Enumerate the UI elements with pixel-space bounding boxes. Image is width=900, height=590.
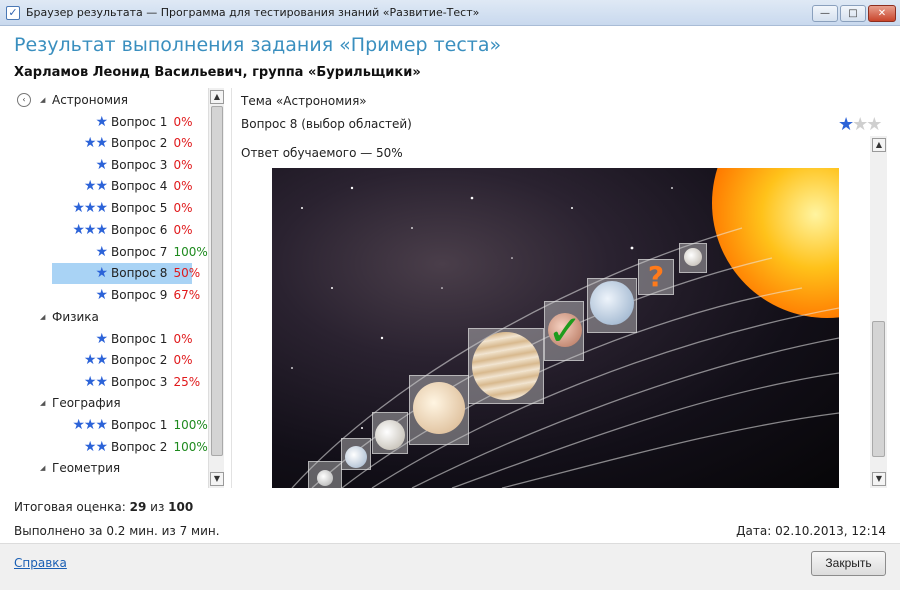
page-title: Результат выполнения задания «Пример тес…: [14, 34, 502, 56]
score-percent: 100%: [173, 418, 208, 432]
difficulty-stars-icon: ★★: [83, 439, 108, 455]
tree-category-astronomy[interactable]: ◢ Астрономия: [40, 90, 128, 111]
score-percent: 67%: [173, 288, 201, 302]
maximize-button[interactable]: □: [840, 5, 866, 22]
score-percent: 25%: [173, 375, 201, 389]
score-percent: 50%: [173, 266, 201, 280]
difficulty-stars-icon: ★: [95, 157, 108, 173]
expand-triangle-icon: ◢: [40, 399, 46, 407]
duration-label: Выполнено за 0.2 мин. из 7 мин.: [14, 524, 220, 538]
detail-scrollbar[interactable]: ▲ ▼: [870, 136, 887, 488]
student-name: Харламов Леонид Васильевич, группа «Бури…: [14, 65, 421, 80]
window-title: Браузер результата — Программа для тести…: [26, 6, 480, 19]
score-percent: 0%: [173, 223, 193, 237]
planet-earth: [375, 420, 405, 450]
score-value: 29: [129, 500, 147, 514]
planet-uranus: [590, 281, 634, 325]
answer-label: Ответ обучаемого — 50%: [241, 146, 403, 160]
scroll-down-icon[interactable]: ▼: [210, 472, 224, 486]
planet-pluto: [684, 248, 702, 266]
score-percent: 0%: [173, 332, 193, 346]
tree-question[interactable]: ★ Вопрос 9 67%: [52, 285, 200, 306]
tree-question[interactable]: ★ Вопрос 1 0%: [52, 112, 192, 133]
difficulty-stars-icon: ★★: [83, 352, 108, 368]
expand-triangle-icon: ◢: [40, 96, 46, 104]
solar-system-image: ✓ ?: [272, 168, 839, 488]
scroll-up-icon[interactable]: ▲: [210, 90, 224, 104]
title-bar: ✓ Браузер результата — Программа для тес…: [0, 0, 900, 26]
tree-question[interactable]: ★★★ Вопрос 1 100%: [52, 415, 207, 436]
difficulty-stars-icon: ★★: [83, 135, 108, 151]
scroll-down-icon[interactable]: ▼: [872, 472, 886, 486]
difficulty-stars-icon: ★★: [83, 178, 108, 194]
panel-divider: [231, 88, 232, 488]
tree-question[interactable]: ★ Вопрос 7 100%: [52, 242, 207, 263]
expand-triangle-icon: ◢: [40, 313, 46, 321]
difficulty-stars-icon: ★: [95, 114, 108, 130]
score-percent: 100%: [173, 245, 208, 259]
scroll-thumb[interactable]: [872, 321, 885, 457]
tree-category-physics[interactable]: ◢ Физика: [40, 307, 99, 328]
tree-question[interactable]: ★★ Вопрос 4 0%: [52, 176, 193, 197]
planet-jupiter: [472, 332, 540, 400]
expand-triangle-icon: ◢: [40, 464, 46, 472]
tree-question[interactable]: ★★ Вопрос 2 0%: [52, 133, 193, 154]
score-percent: 0%: [173, 353, 193, 367]
app-check-icon: ✓: [6, 6, 20, 20]
tree-question[interactable]: ★ Вопрос 3 0%: [52, 155, 192, 176]
score-percent: 100%: [173, 440, 208, 454]
score-max: 100: [168, 500, 194, 514]
close-window-button[interactable]: ✕: [868, 5, 896, 22]
tree-category-geography[interactable]: ◢ География: [40, 393, 121, 414]
planet-mercury: [317, 470, 333, 486]
difficulty-rating: ★★★: [838, 114, 882, 135]
date-label: Дата: 02.10.2013, 12:14: [736, 524, 886, 538]
star-filled-icon: ★: [838, 114, 854, 135]
score-percent: 0%: [173, 201, 193, 215]
tree-scrollbar[interactable]: ▲ ▼: [208, 88, 224, 488]
tree-question[interactable]: ★★ Вопрос 2 100%: [52, 437, 208, 458]
question-mark-icon: ?: [647, 260, 665, 293]
total-score: Итоговая оценка: 29 из 100: [14, 500, 194, 514]
difficulty-stars-icon: ★★★: [72, 200, 108, 216]
score-percent: 0%: [173, 179, 193, 193]
help-link[interactable]: Справка: [14, 556, 67, 570]
planet-mars: [413, 382, 465, 434]
back-arrow-icon[interactable]: ‹: [17, 93, 31, 107]
correct-check-icon: ✓: [547, 306, 583, 355]
difficulty-stars-icon: ★★: [83, 374, 108, 390]
star-empty-icon: ★★: [852, 114, 882, 135]
footer-bar: [0, 543, 900, 590]
difficulty-stars-icon: ★★★: [72, 417, 108, 433]
difficulty-stars-icon: ★: [95, 265, 108, 281]
score-percent: 0%: [173, 115, 193, 129]
close-button[interactable]: Закрыть: [811, 551, 886, 576]
minimize-button[interactable]: —: [812, 5, 838, 22]
question-title: Вопрос 8 (выбор областей): [241, 117, 412, 131]
difficulty-stars-icon: ★: [95, 244, 108, 260]
score-percent: 0%: [173, 136, 193, 150]
tree-question[interactable]: ★★ Вопрос 2 0%: [52, 350, 193, 371]
scroll-thumb[interactable]: [211, 106, 223, 456]
tree-question-selected[interactable]: ★ Вопрос 8 50%: [52, 263, 200, 284]
score-percent: 0%: [173, 158, 193, 172]
planet-venus: [345, 446, 367, 468]
tree-question[interactable]: ★★★ Вопрос 5 0%: [52, 198, 192, 219]
tree-question[interactable]: ★★★ Вопрос 6 0%: [52, 220, 192, 241]
tree-question[interactable]: ★★ Вопрос 3 25%: [52, 372, 200, 393]
difficulty-stars-icon: ★: [95, 287, 108, 303]
difficulty-stars-icon: ★: [95, 331, 108, 347]
tree-category-geometry[interactable]: ◢ Геометрия: [40, 458, 120, 479]
tree-question[interactable]: ★ Вопрос 1 0%: [52, 329, 192, 350]
scroll-up-icon[interactable]: ▲: [872, 138, 886, 152]
topic-label: Тема «Астрономия»: [241, 94, 367, 108]
difficulty-stars-icon: ★★★: [72, 222, 108, 238]
